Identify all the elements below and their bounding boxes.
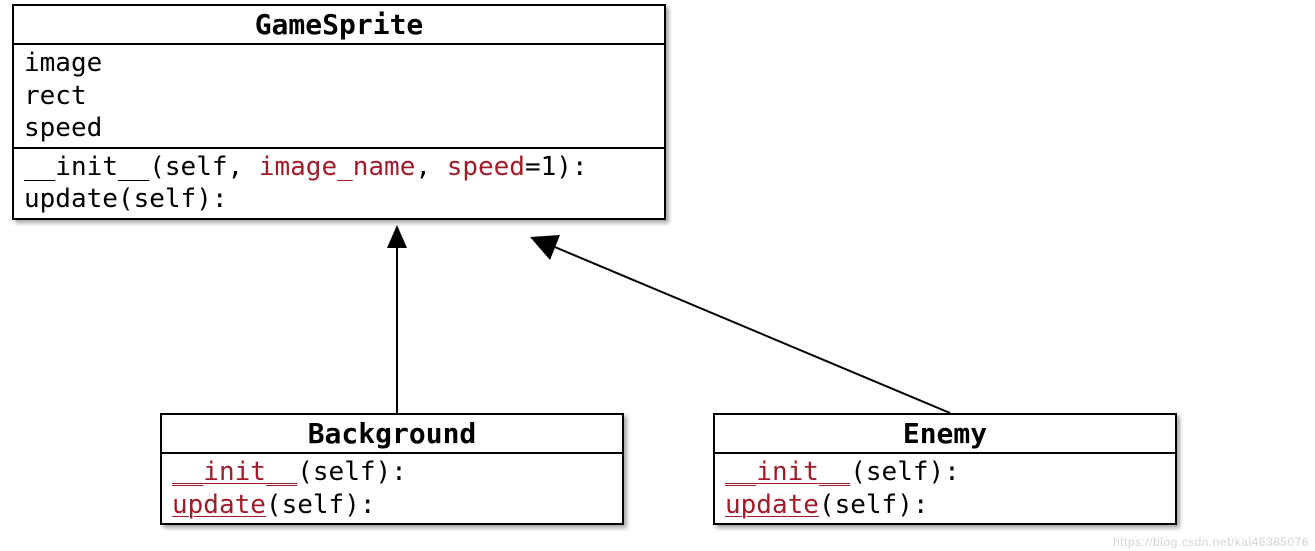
method-gamesprite-init: __init__(self, image_name, speed=1): [24, 151, 654, 184]
class-enemy-methods: __init__(self): update(self): [715, 454, 1175, 523]
method-background-update: update(self): [172, 489, 612, 522]
attr-speed: speed [24, 112, 654, 145]
class-background-methods: __init__(self): update(self): [162, 454, 622, 523]
attr-rect: rect [24, 80, 654, 113]
method-background-init: __init__(self): [172, 456, 612, 489]
method-gamesprite-update: update(self): [24, 183, 654, 216]
class-gamesprite: GameSprite image rect speed __init__(sel… [12, 4, 666, 220]
class-gamesprite-title: GameSprite [14, 6, 664, 45]
method-enemy-update: update(self): [725, 489, 1165, 522]
arrow-enemy-line [550, 245, 950, 413]
arrow-enemy-head [530, 235, 560, 260]
class-enemy-title: Enemy [715, 415, 1175, 454]
attr-image: image [24, 47, 654, 80]
method-enemy-init: __init__(self): [725, 456, 1165, 489]
class-background-title: Background [162, 415, 622, 454]
arrow-background-head [387, 225, 407, 248]
class-enemy: Enemy __init__(self): update(self): [713, 413, 1177, 525]
class-gamesprite-methods: __init__(self, image_name, speed=1): upd… [14, 149, 664, 218]
watermark: https://blog.csdn.net/kai46385076 [1113, 535, 1309, 549]
class-gamesprite-attributes: image rect speed [14, 45, 664, 149]
class-background: Background __init__(self): update(self): [160, 413, 624, 525]
